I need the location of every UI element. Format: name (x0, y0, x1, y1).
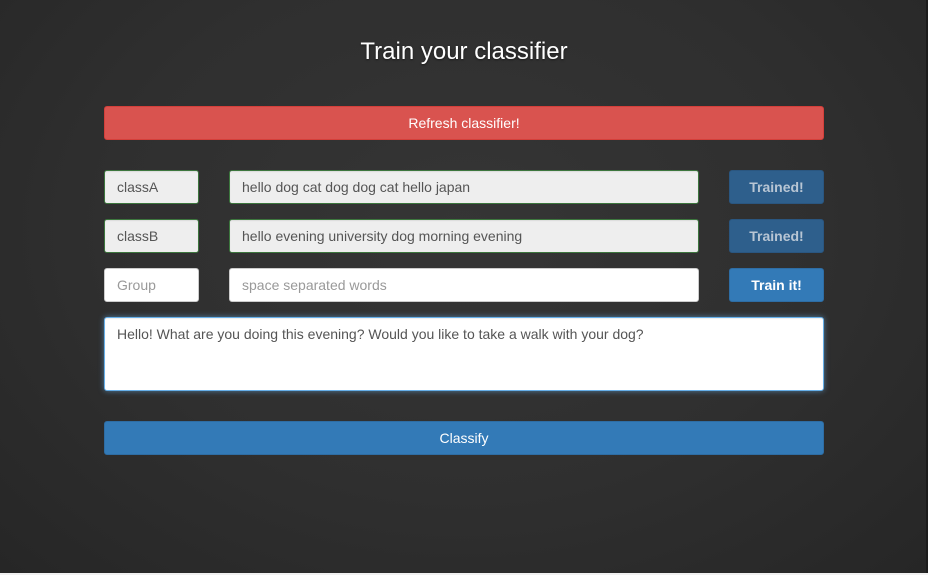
class-a-words-field[interactable] (229, 170, 699, 204)
class-a-trained-button[interactable]: Trained! (729, 170, 824, 204)
class-a-group-field[interactable] (104, 170, 199, 204)
train-it-button[interactable]: Train it! (729, 268, 824, 302)
classify-button[interactable]: Classify (104, 421, 824, 455)
new-class-row: Train it! (104, 268, 824, 302)
class-b-trained-button[interactable]: Trained! (729, 219, 824, 253)
page-title: Train your classifier (360, 38, 568, 65)
refresh-classifier-button[interactable]: Refresh classifier! (104, 106, 824, 140)
words-input[interactable] (229, 268, 699, 302)
class-b-group-field[interactable] (104, 219, 199, 253)
group-input[interactable] (104, 268, 199, 302)
classify-text-input[interactable]: Hello! What are you doing this evening? … (104, 317, 824, 391)
class-row-b: Trained! (104, 219, 824, 253)
class-b-words-field[interactable] (229, 219, 699, 253)
class-row-a: Trained! (104, 170, 824, 204)
